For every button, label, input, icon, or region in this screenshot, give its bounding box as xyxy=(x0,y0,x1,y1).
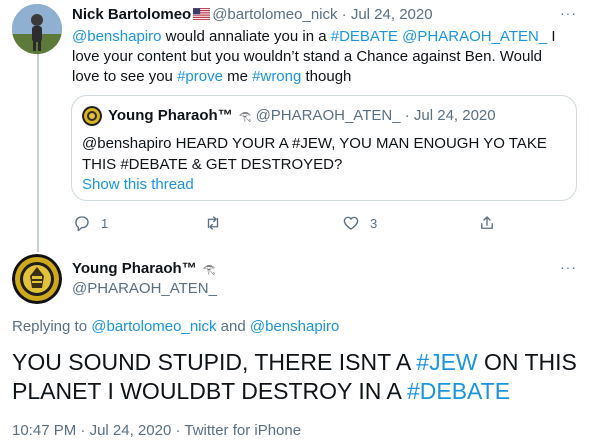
tweet2-header: Young Pharaoh™ 𓂀 xyxy=(72,259,215,280)
heart-icon xyxy=(343,216,359,230)
quoted-author-name[interactable]: Young Pharaoh™ xyxy=(108,107,233,124)
author-name[interactable]: Nick Bartolomeo xyxy=(72,6,191,23)
retweet-icon xyxy=(207,216,219,230)
like-button[interactable]: 3 xyxy=(342,211,377,235)
eye-glyph-icon: 𓂀 xyxy=(202,264,216,275)
author-name[interactable]: Young Pharaoh™ xyxy=(72,260,197,277)
retweet-button[interactable] xyxy=(204,211,222,235)
tweet-source[interactable]: Twitter for iPhone xyxy=(184,422,301,439)
mention-link[interactable]: @bartolomeo_nick xyxy=(91,318,216,335)
reply-button[interactable]: 1 xyxy=(73,211,108,235)
separator: · xyxy=(76,422,90,439)
tweet-date[interactable]: Jul 24, 2020 xyxy=(351,6,433,23)
text-span: though xyxy=(301,68,352,85)
tweet-date[interactable]: Jul 24, 2020 xyxy=(90,422,172,439)
avatar[interactable] xyxy=(12,4,62,54)
more-options-button[interactable]: ··· xyxy=(560,259,577,275)
quoted-avatar[interactable] xyxy=(82,106,102,126)
us-flag-icon xyxy=(193,8,211,20)
quoted-header: Young Pharaoh™ 𓂀 @PHARAOH_ATEN_ · Jul 24… xyxy=(108,106,496,127)
text-span: YOU SOUND STUPID, THERE ISNT A xyxy=(12,349,417,375)
hashtag-link[interactable]: #DEBATE xyxy=(407,378,510,404)
replying-and: and xyxy=(216,318,250,335)
reply-icon xyxy=(75,216,89,232)
mention-link[interactable]: @benshapiro xyxy=(72,28,161,45)
mention-link[interactable]: @PHARAOH_ATEN_ xyxy=(402,28,547,45)
tweet2-text: YOU SOUND STUPID, THERE ISNT A #JEW ON T… xyxy=(12,348,577,406)
tweet1-action-bar: 1 3 xyxy=(71,211,511,235)
avatar-photo-icon xyxy=(12,4,62,54)
pharaoh-emblem-icon xyxy=(12,254,62,304)
quoted-tweet-card[interactable]: Young Pharaoh™ 𓂀 @PHARAOH_ATEN_ · Jul 24… xyxy=(71,95,577,201)
tweet2-metadata: 10:47 PM · Jul 24, 2020 · Twitter for iP… xyxy=(12,421,301,441)
eye-glyph-icon: 𓂀 xyxy=(238,111,252,122)
separator: · xyxy=(337,6,351,23)
replying-to: Replying to @bartolomeo_nick and @bensha… xyxy=(12,317,339,337)
like-count: 3 xyxy=(370,215,378,231)
hashtag-link[interactable]: #JEW xyxy=(416,349,477,375)
author-handle[interactable]: @bartolomeo_nick xyxy=(212,6,337,23)
separator: · xyxy=(171,422,185,439)
reply-count: 1 xyxy=(101,215,109,231)
replying-prefix: Replying to xyxy=(12,318,92,335)
thread-connector-line xyxy=(37,52,39,252)
separator: · xyxy=(400,107,414,124)
author-handle[interactable]: @PHARAOH_ATEN_ xyxy=(72,279,217,299)
more-options-button[interactable]: ··· xyxy=(560,5,577,21)
share-icon xyxy=(481,216,493,229)
hashtag-link[interactable]: #DEBATE xyxy=(331,28,398,45)
quoted-author-handle[interactable]: @PHARAOH_ATEN_ xyxy=(256,107,401,124)
hashtag-link[interactable]: #wrong xyxy=(252,68,301,85)
quoted-date[interactable]: Jul 24, 2020 xyxy=(414,107,496,124)
text-span: would annaliate you in a xyxy=(161,28,331,45)
mention-link[interactable]: @benshapiro xyxy=(250,318,339,335)
tweet-time[interactable]: 10:47 PM xyxy=(12,422,76,439)
show-thread-link[interactable]: Show this thread xyxy=(82,175,194,195)
tweet1-text: @benshapiro would annaliate you in a #DE… xyxy=(72,27,572,87)
avatar[interactable] xyxy=(12,254,62,304)
quoted-text: @benshapiro HEARD YOUR A #JEW, YOU MAN E… xyxy=(82,135,547,173)
text-span: me xyxy=(222,68,253,85)
share-button[interactable] xyxy=(478,211,496,235)
pharaoh-emblem-icon xyxy=(82,106,102,126)
tweet1-header: Nick Bartolomeo @bartolomeo_nick · Jul 24… xyxy=(72,5,582,25)
hashtag-link[interactable]: #prove xyxy=(177,68,223,85)
